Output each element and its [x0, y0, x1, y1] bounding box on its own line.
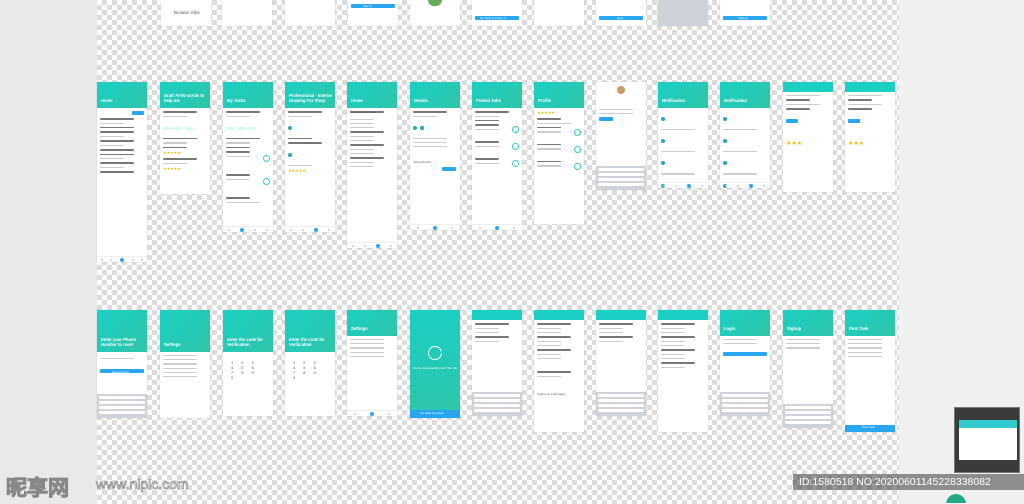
- job-posted-by: Job posted by: [413, 160, 432, 164]
- go-back-label: Go back to home ➔: [480, 16, 507, 20]
- screen-next[interactable]: Next: [596, 0, 646, 26]
- screen-home-list[interactable]: Home: [97, 82, 147, 262]
- keypad[interactable]: 123 456 789 0: [231, 360, 273, 380]
- screen-settings-2[interactable]: Settings: [347, 310, 397, 416]
- screen-task-info[interactable]: Professional - Interior Drawing For Shop…: [285, 82, 335, 232]
- screen-posted-jobs[interactable]: Posted Jobs: [472, 82, 522, 230]
- keyboard[interactable]: [97, 394, 147, 418]
- screen-top-5[interactable]: [410, 0, 460, 26]
- home2-title: Home: [351, 98, 363, 103]
- details-title: Details: [414, 98, 428, 103]
- screen-browse-jobs[interactable]: Browse Jobs: [161, 0, 211, 26]
- next-label: Next: [617, 16, 624, 20]
- screen-task-detail[interactable]: Draft 70-90 words to help me ★★★★★ ★★★★★: [160, 82, 210, 194]
- screen-home-2[interactable]: Home Create logo for new: [347, 82, 397, 248]
- watermark-id: ID:1580518 NO:20200601145228338082: [793, 474, 1024, 490]
- create-logo-text: Create logo for new: [350, 110, 377, 114]
- screen-notification[interactable]: Notification: [658, 82, 708, 188]
- sign-in-button[interactable]: [351, 4, 395, 8]
- screen-top-7[interactable]: [534, 0, 584, 26]
- screen-keyboard-top[interactable]: [658, 0, 708, 26]
- keyboard[interactable]: [596, 392, 646, 416]
- screen-top-2[interactable]: [222, 0, 272, 26]
- filter-toggle[interactable]: [848, 118, 860, 123]
- screen-success[interactable]: You've successfully post This Job Go bac…: [410, 310, 460, 418]
- post-task-title: Post Task: [849, 326, 869, 331]
- upload-label: Upload: [738, 16, 748, 20]
- screen-my-tasks[interactable]: My Tasks: [223, 82, 273, 232]
- rating-stars: ★★★★★: [163, 150, 181, 156]
- task-posted-title: Professional - Interior Drawing For Shop: [289, 93, 333, 103]
- reset-button-label: Reset Action: [112, 370, 129, 374]
- navigator-thumbnail[interactable]: [954, 407, 1020, 473]
- typing-text: Typing up a 11 pages: [537, 392, 566, 396]
- screen-enter-phone[interactable]: Enter your Phone Number to reset Reset A…: [97, 310, 147, 418]
- screen-signup[interactable]: Signup: [783, 310, 833, 428]
- keyboard[interactable]: [596, 166, 646, 190]
- avatar: [617, 86, 625, 94]
- keyboard[interactable]: [472, 392, 522, 416]
- screen-top-3[interactable]: [285, 0, 335, 26]
- filter-toggle[interactable]: [786, 118, 798, 123]
- enter-code-title: Enter the code for Verification: [227, 337, 263, 347]
- enter-phone-title: Enter your Phone Number to reset: [101, 337, 136, 347]
- screen-login[interactable]: Login Login: [720, 310, 770, 416]
- profile-title: Profile: [538, 98, 552, 103]
- browse-jobs-label: Browse Jobs: [174, 10, 200, 15]
- screen-profile[interactable]: Profile ★★★★★: [534, 82, 584, 224]
- screen-post-task[interactable]: Post Task Post Task: [845, 310, 895, 432]
- hire-button[interactable]: [442, 167, 456, 172]
- settings2-title: Settings: [351, 326, 368, 331]
- screen-enter-code-2[interactable]: Enter the code for Verification 123 456 …: [285, 310, 335, 416]
- my-tasks-title: My Tasks: [227, 98, 246, 103]
- post-task-label: Post Task: [862, 425, 875, 429]
- screen-upload[interactable]: Upload: [720, 0, 770, 26]
- watermark-brand: 昵享网: [6, 476, 70, 501]
- settings-title: Settings: [164, 342, 181, 347]
- home-title: Home: [101, 98, 113, 103]
- screen-delivery[interactable]: [596, 310, 646, 416]
- screen-enter-code[interactable]: Enter the code for Verification 123 456 …: [223, 310, 273, 416]
- keypad[interactable]: 123 456 789 0: [293, 360, 335, 380]
- go-back-home-label: Go back to Home: [420, 411, 444, 415]
- posted-jobs-title: Posted Jobs: [476, 98, 501, 103]
- notification2-title: Notification: [724, 98, 748, 103]
- screen-sign-in[interactable]: Sign in: [348, 0, 398, 26]
- signup-title: Signup: [787, 326, 802, 331]
- screen-details[interactable]: Details Job posted by: [410, 82, 460, 230]
- screen-notification-2[interactable]: Notification: [720, 82, 770, 188]
- check-icon: [428, 346, 442, 360]
- sign-in-label: Sign in: [363, 4, 373, 8]
- screen-chat[interactable]: [596, 82, 646, 190]
- avatar: [428, 0, 442, 6]
- screen-go-back[interactable]: Go back to home ➔: [472, 0, 522, 26]
- enter-code2-title: Enter the code for Verification: [289, 337, 325, 347]
- screen-typing[interactable]: Typing up a 11 pages: [534, 310, 584, 432]
- screen-create-logo[interactable]: [472, 310, 522, 416]
- screen-filter[interactable]: ★★★: [783, 82, 833, 192]
- draft-title: Draft 70-90 words to help me: [164, 93, 205, 103]
- keyboard[interactable]: [720, 392, 770, 416]
- success-text: You've successfully post This Job: [412, 366, 458, 370]
- notification-title: Notification: [662, 98, 686, 103]
- login-button[interactable]: [723, 352, 767, 357]
- login-title: Login: [724, 326, 736, 331]
- screen-settings[interactable]: Settings: [160, 310, 210, 418]
- screen-posting[interactable]: [658, 310, 708, 432]
- watermark-url: www.nipic.com: [96, 476, 189, 493]
- screen-filter-2[interactable]: ★★★: [845, 82, 895, 192]
- artboard-canvas: Browse Jobs Sign in Go back to home ➔ Ne…: [97, 0, 899, 504]
- login-button-label: Login: [739, 362, 747, 366]
- keyboard[interactable]: [783, 404, 833, 428]
